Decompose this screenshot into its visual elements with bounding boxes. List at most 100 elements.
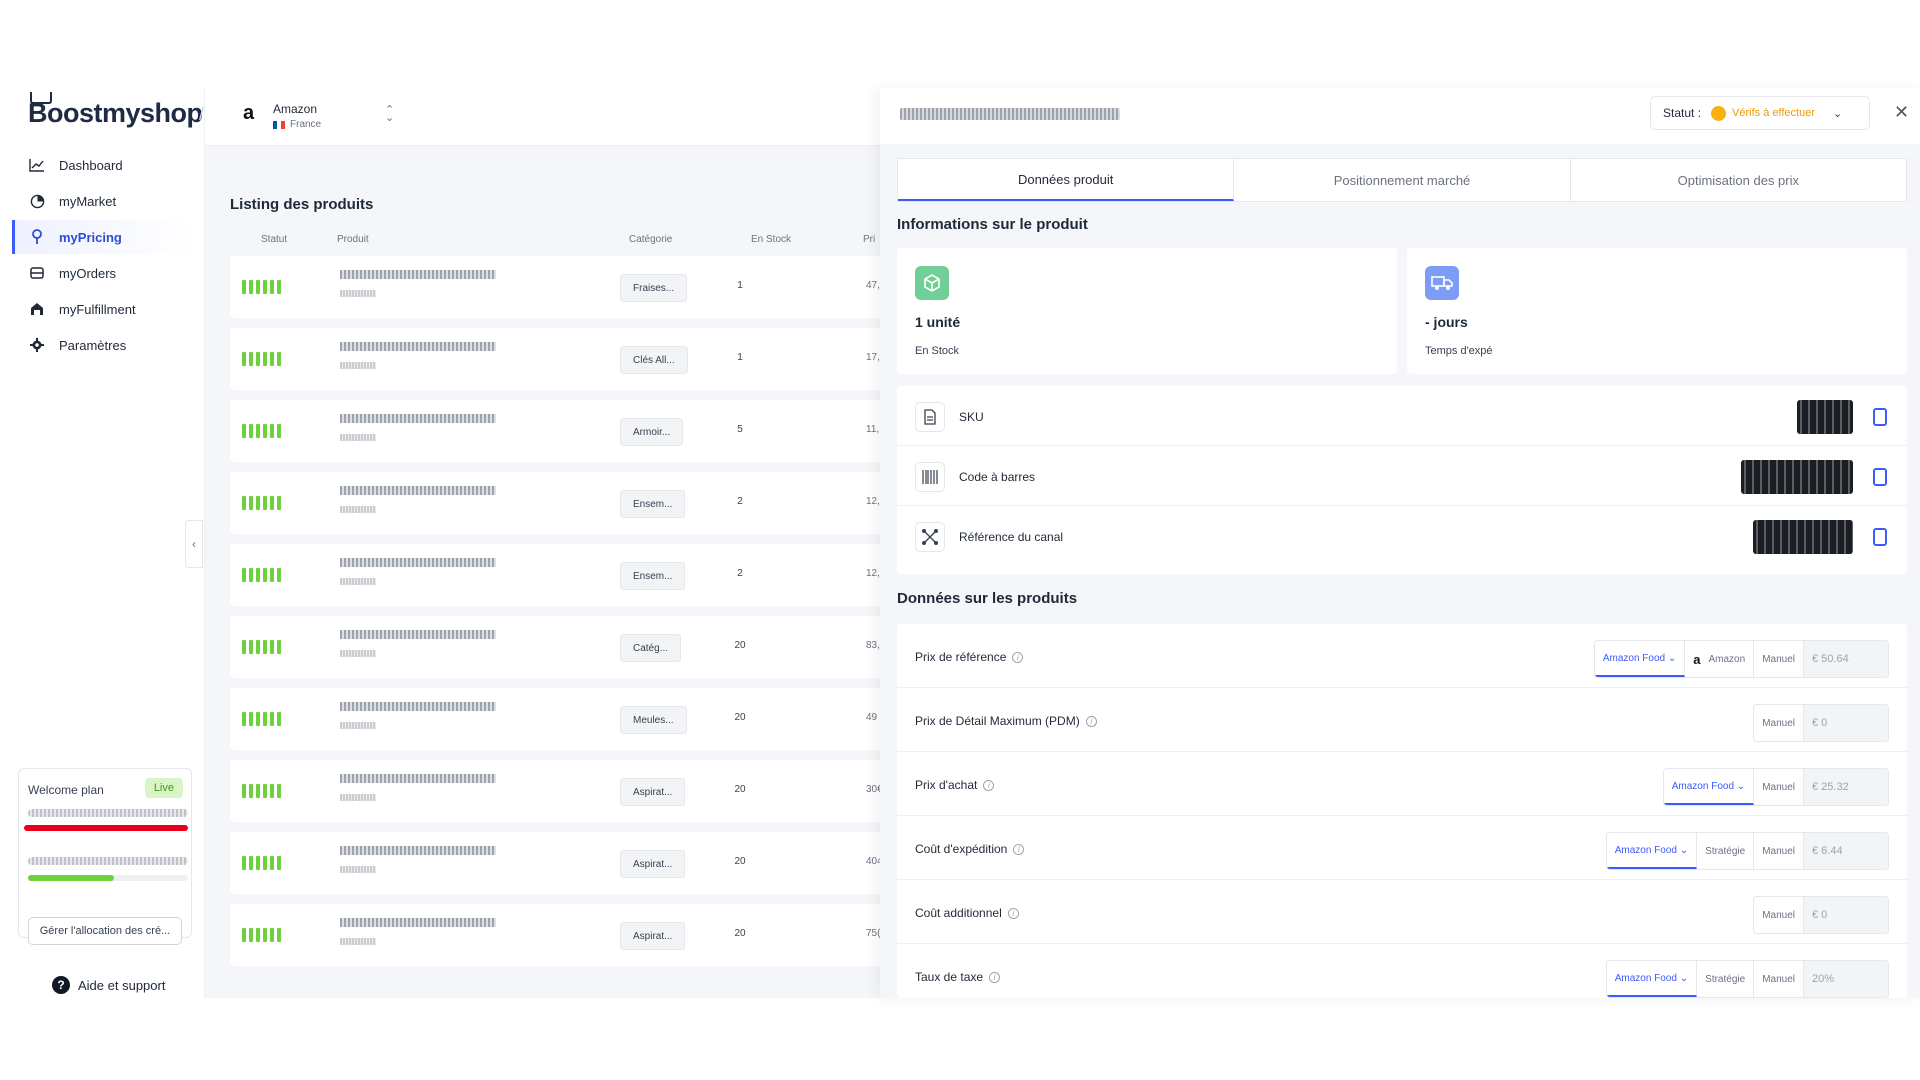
chevron-updown-icon[interactable]: ⌃ ⌄: [385, 105, 394, 124]
info-icon[interactable]: i: [1013, 843, 1025, 855]
sidebar-item-mypricing[interactable]: myPricing: [12, 220, 194, 254]
table-row[interactable]: Aspirat... 20 404: [230, 832, 890, 894]
sidebar-item-mymarket[interactable]: myMarket: [12, 184, 194, 218]
status-dropdown[interactable]: Statut : Vérifs à effectuer ⌄: [1650, 96, 1870, 130]
status-bar-segment: [270, 496, 274, 510]
barcode-value: [1741, 460, 1853, 494]
status-bar-segment: [249, 928, 253, 942]
table-row[interactable]: Armoir... 5 11,: [230, 400, 890, 462]
tab-donnees-produit[interactable]: Données produit: [898, 159, 1235, 201]
status-bar-segment: [270, 640, 274, 654]
product-name[interactable]: [340, 486, 496, 495]
column-header-status[interactable]: Statut: [261, 234, 287, 245]
value-field[interactable]: € 50.64: [1804, 641, 1888, 677]
amazon-logo-icon: a: [243, 102, 255, 124]
sidebar-item-parametres[interactable]: Paramètres: [12, 328, 194, 362]
stock-value: 20: [734, 856, 746, 867]
product-name[interactable]: [340, 918, 496, 927]
source-manual[interactable]: Manuel: [1754, 769, 1804, 805]
tab-positionnement-marche[interactable]: Positionnement marché: [1234, 159, 1571, 201]
value-field[interactable]: € 25.32: [1804, 769, 1888, 805]
source-selector: Amazon Food ⌄ Stratégie Manuel 20%: [1605, 960, 1889, 998]
source-manual[interactable]: Manuel: [1754, 705, 1804, 741]
table-row[interactable]: Clés All... 1 17,: [230, 328, 890, 390]
product-listing: Listing des produits Statut Produit Caté…: [185, 146, 890, 998]
column-header-stock[interactable]: En Stock: [751, 234, 791, 245]
info-icon[interactable]: i: [1085, 715, 1097, 727]
product-name[interactable]: [340, 342, 496, 351]
status-bar-segment: [263, 784, 267, 798]
source-amazon[interactable]: a Amazon: [1685, 641, 1755, 677]
tab-optimisation-prix[interactable]: Optimisation des prix: [1571, 159, 1906, 201]
status-bar-segment: [270, 280, 274, 294]
product-sku: [340, 722, 376, 729]
product-name[interactable]: [340, 270, 496, 279]
value-field[interactable]: € 0: [1804, 705, 1888, 741]
value-field[interactable]: € 0: [1804, 897, 1888, 933]
source-manual[interactable]: Manuel: [1754, 897, 1804, 933]
column-header-price[interactable]: Pri: [863, 234, 875, 245]
source-manual[interactable]: Manuel: [1754, 641, 1804, 677]
help-support-link[interactable]: ? Aide et support: [52, 976, 165, 994]
table-row[interactable]: Fraises... 1 47,: [230, 256, 890, 318]
store-name[interactable]: Amazon: [273, 102, 317, 116]
price-value: 11,: [866, 424, 880, 435]
category-chip: Ensem...: [620, 490, 686, 518]
status-bar-segment: [249, 424, 253, 438]
panel-header: Statut : Vérifs à effectuer ⌄ ✕: [880, 88, 1920, 144]
stock-value: 20: [734, 712, 746, 723]
value-field[interactable]: € 6.44: [1804, 833, 1888, 869]
info-icon[interactable]: i: [1007, 907, 1019, 919]
collapse-sidebar-button[interactable]: ‹: [185, 520, 203, 568]
status-bar-segment: [256, 640, 260, 654]
source-amazon-food[interactable]: Amazon Food ⌄: [1594, 641, 1686, 677]
chevron-down-icon: ⌄: [1832, 107, 1843, 120]
copy-icon[interactable]: [1873, 408, 1887, 426]
manage-credits-button[interactable]: Gérer l'allocation des cré...: [28, 917, 182, 945]
product-name[interactable]: [340, 558, 496, 567]
info-icon[interactable]: i: [1012, 651, 1024, 663]
table-row[interactable]: Ensem... 2 12,: [230, 544, 890, 606]
source-manual[interactable]: Manuel: [1754, 833, 1804, 869]
source-manual[interactable]: Manuel: [1754, 961, 1804, 997]
copy-icon[interactable]: [1873, 528, 1887, 546]
source-amazon-food[interactable]: Amazon Food ⌄: [1606, 961, 1698, 997]
status-bar-segment: [277, 424, 281, 438]
sidebar-item-myfulfillment[interactable]: myFulfillment: [12, 292, 194, 326]
product-name[interactable]: [340, 846, 496, 855]
sidebar-item-myorders[interactable]: myOrders: [12, 256, 194, 290]
credit-usage-bar-2: [28, 875, 114, 881]
table-row[interactable]: Ensem... 2 12,: [230, 472, 890, 534]
truck-icon: [1425, 266, 1459, 300]
status-indicator: [242, 712, 281, 726]
barcode-icon: [915, 462, 945, 492]
table-row[interactable]: Aspirat... 20 30€: [230, 760, 890, 822]
table-row[interactable]: Catég... 20 83,: [230, 616, 890, 678]
copy-icon[interactable]: [1873, 468, 1887, 486]
table-row[interactable]: Aspirat... 20 75(: [230, 904, 890, 966]
stock-value: 1 unité: [915, 314, 961, 330]
close-icon[interactable]: ✕: [1894, 102, 1909, 123]
source-strategy[interactable]: Stratégie: [1697, 961, 1755, 997]
brand-logo[interactable]: Boostmyshop: [28, 92, 203, 129]
value-field[interactable]: 20%: [1804, 961, 1888, 997]
status-bar-segment: [277, 640, 281, 654]
info-icon[interactable]: i: [989, 971, 1001, 983]
column-header-category[interactable]: Catégorie: [629, 234, 672, 245]
source-strategy[interactable]: Stratégie: [1697, 833, 1755, 869]
info-icon[interactable]: i: [983, 779, 995, 791]
source-amazon-food[interactable]: Amazon Food ⌄: [1663, 769, 1755, 805]
product-name[interactable]: [340, 630, 496, 639]
column-header-product[interactable]: Produit: [337, 234, 369, 245]
status-bar-segment: [263, 856, 267, 870]
product-name[interactable]: [340, 414, 496, 423]
product-name[interactable]: [340, 774, 496, 783]
table-row[interactable]: Meules... 20 49: [230, 688, 890, 750]
status-bar-segment: [249, 352, 253, 366]
barcode-row: Code à barres: [897, 446, 1907, 506]
sidebar-item-dashboard[interactable]: Dashboard: [12, 148, 194, 182]
status-bar-segment: [242, 712, 246, 726]
page-title: Listing des produits: [230, 196, 374, 213]
source-amazon-food[interactable]: Amazon Food ⌄: [1606, 833, 1698, 869]
product-name[interactable]: [340, 702, 496, 711]
